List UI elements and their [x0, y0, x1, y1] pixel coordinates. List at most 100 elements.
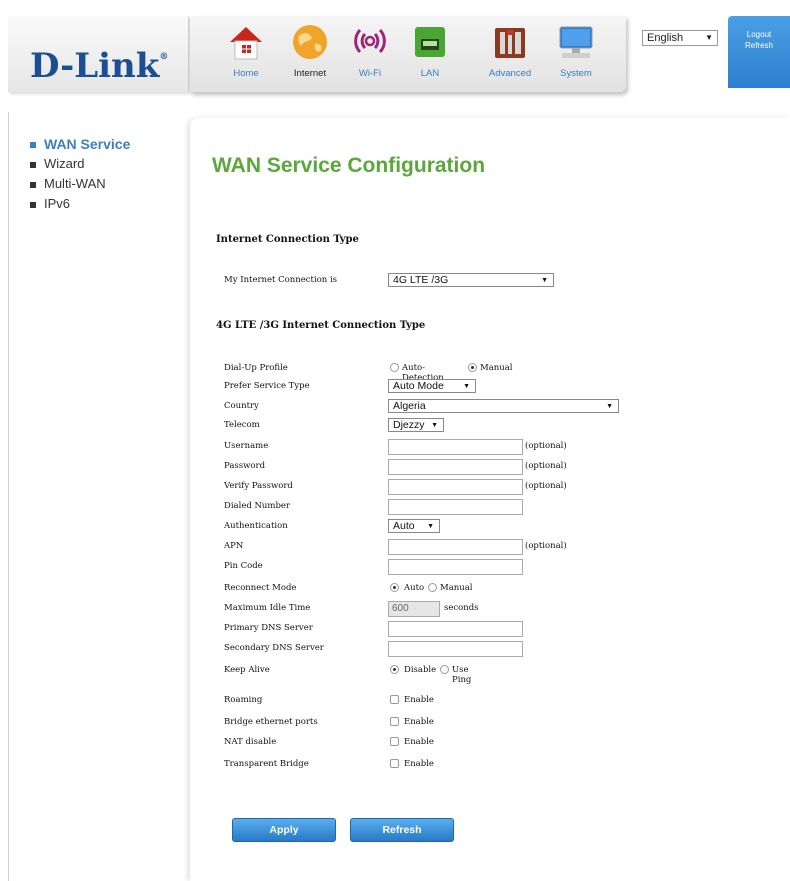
dialup-profile-label: Dial-Up Profile [224, 363, 288, 373]
header: D-Link® Home Internet Wi-Fi LAN Advanced… [0, 0, 790, 112]
main-nav: Home Internet Wi-Fi LAN Advanced System [190, 16, 626, 92]
telecom-select[interactable]: Djezzy ▼ [388, 418, 444, 432]
reconnect-manual-radio[interactable] [428, 583, 437, 592]
nat-disable-enable-label: Enable [404, 737, 434, 747]
keep-alive-ping-label: Use Ping [452, 665, 472, 685]
language-value: English [647, 32, 684, 44]
row-dialed-number: Dialed Number [224, 498, 784, 516]
prefer-service-value: Auto Mode [393, 380, 444, 392]
logo-panel: D-Link® [8, 16, 189, 92]
dialup-auto-radio[interactable] [390, 363, 399, 372]
nav-advanced-label: Advanced [488, 68, 532, 79]
username-hint: (optional) [525, 441, 567, 451]
verify-password-input[interactable] [388, 479, 523, 495]
connection-value: 4G LTE /3G [393, 274, 449, 286]
sidebar-item-multi-wan[interactable]: Multi-WAN [30, 174, 130, 194]
dlink-logo: D-Link® [30, 46, 169, 86]
keep-alive-ping-radio[interactable] [440, 665, 449, 674]
apply-button[interactable]: Apply [232, 818, 336, 842]
divider [8, 112, 9, 881]
chevron-down-icon: ▼ [427, 523, 434, 530]
refresh-button[interactable]: Refresh [350, 818, 454, 842]
nav-system[interactable]: System [550, 22, 602, 88]
max-idle-label: Maximum Idle Time [224, 603, 311, 613]
password-label: Password [224, 461, 266, 471]
transparent-bridge-label: Transparent Bridge [224, 759, 309, 769]
home-icon [226, 22, 266, 62]
bullet-icon [30, 162, 36, 168]
prefer-service-select[interactable]: Auto Mode ▼ [388, 379, 476, 393]
row-prefer-service: Prefer Service Type Auto Mode ▼ [224, 378, 784, 396]
chevron-down-icon: ▼ [463, 383, 470, 390]
nat-disable-checkbox[interactable] [390, 737, 399, 746]
dialed-number-input[interactable] [388, 499, 523, 515]
nav-home-label: Home [233, 68, 259, 79]
sidebar-item-ipv6[interactable]: IPv6 [30, 194, 130, 214]
refresh-link[interactable]: Refresh [728, 41, 790, 50]
reconnect-mode-label: Reconnect Mode [224, 583, 297, 593]
primary-dns-input[interactable] [388, 621, 523, 637]
globe-icon [290, 22, 330, 62]
reconnect-auto-radio[interactable] [390, 583, 399, 592]
row-transparent-bridge: Transparent Bridge Enable [224, 756, 784, 774]
country-value: Algeria [393, 400, 426, 412]
country-select[interactable]: Algeria ▼ [388, 399, 619, 413]
nav-wifi-label: Wi-Fi [358, 68, 382, 79]
row-password: Password (optional) [224, 458, 784, 476]
row-apn: APN (optional) [224, 538, 784, 556]
apn-input[interactable] [388, 539, 523, 555]
sidebar-item-wan-service[interactable]: WAN Service [30, 134, 130, 154]
dialup-manual-radio[interactable] [468, 363, 477, 372]
keep-alive-disable-radio[interactable] [390, 665, 399, 674]
row-telecom: Telecom Djezzy ▼ [224, 417, 784, 435]
computer-icon [556, 22, 596, 62]
authentication-value: Auto [393, 520, 415, 532]
row-max-idle: Maximum Idle Time 600 seconds [224, 600, 784, 618]
max-idle-unit: seconds [444, 603, 479, 613]
country-label: Country [224, 401, 259, 411]
username-input[interactable] [388, 439, 523, 455]
row-connection: My Internet Connection is 4G LTE /3G ▼ [224, 272, 784, 290]
authentication-select[interactable]: Auto ▼ [388, 519, 440, 533]
row-nat-disable: NAT disable Enable [224, 734, 784, 752]
verify-password-hint: (optional) [525, 481, 567, 491]
password-hint: (optional) [525, 461, 567, 471]
bullet-icon [30, 182, 36, 188]
logout-link[interactable]: Logout [728, 30, 790, 39]
chevron-down-icon: ▼ [431, 422, 438, 429]
apn-label: APN [224, 541, 244, 551]
roaming-checkbox[interactable] [390, 695, 399, 704]
prefer-service-label: Prefer Service Type [224, 381, 310, 391]
pin-code-input[interactable] [388, 559, 523, 575]
authentication-label: Authentication [224, 521, 288, 531]
primary-dns-label: Primary DNS Server [224, 623, 313, 633]
row-authentication: Authentication Auto ▼ [224, 518, 784, 536]
nav-advanced[interactable]: Advanced [484, 22, 536, 88]
nav-lan[interactable]: LAN [404, 22, 456, 88]
nav-wifi[interactable]: Wi-Fi [344, 22, 396, 88]
bridge-ports-enable-label: Enable [404, 717, 434, 727]
transparent-bridge-checkbox[interactable] [390, 759, 399, 768]
row-country: Country Algeria ▼ [224, 398, 784, 416]
nat-disable-label: NAT disable [224, 737, 277, 747]
secondary-dns-input[interactable] [388, 641, 523, 657]
bullet-icon [30, 202, 36, 208]
row-username: Username (optional) [224, 438, 784, 456]
chevron-down-icon: ▼ [705, 33, 713, 42]
dialed-number-label: Dialed Number [224, 501, 290, 511]
sidebar-item-label: WAN Service [44, 136, 131, 152]
username-label: Username [224, 441, 269, 451]
nav-home[interactable]: Home [220, 22, 272, 88]
max-idle-input: 600 [388, 601, 440, 617]
wifi-icon [350, 22, 390, 62]
roaming-enable-label: Enable [404, 695, 434, 705]
keep-alive-label: Keep Alive [224, 665, 270, 675]
connection-select[interactable]: 4G LTE /3G ▼ [388, 273, 554, 287]
bridge-ports-checkbox[interactable] [390, 717, 399, 726]
nav-internet[interactable]: Internet [284, 22, 336, 88]
password-input[interactable] [388, 459, 523, 475]
language-select[interactable]: English ▼ [642, 30, 718, 46]
transparent-bridge-enable-label: Enable [404, 759, 434, 769]
nav-internet-label: Internet [293, 68, 327, 79]
sidebar-item-wizard[interactable]: Wizard [30, 154, 130, 174]
